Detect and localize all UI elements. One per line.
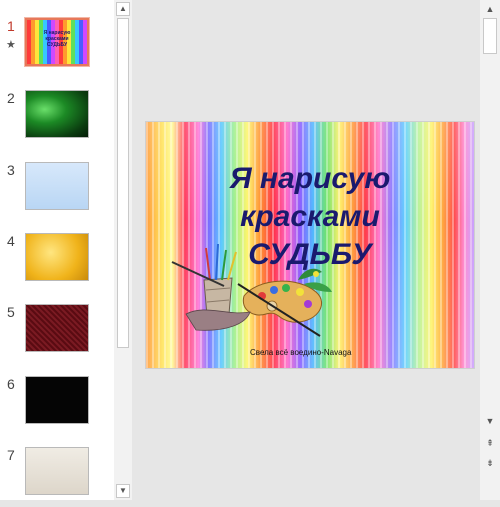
slide-thumbnail-7[interactable] bbox=[25, 447, 89, 495]
scroll-up-icon[interactable]: ▲ bbox=[483, 2, 497, 16]
thumbnail-row-2[interactable]: 2 bbox=[0, 90, 114, 150]
slide-thumbnails-pane[interactable]: 1 ★ Я нарисую красками СУДЬБУ 2 3 4 5 6 … bbox=[0, 0, 114, 500]
slide-number: 7 bbox=[7, 447, 15, 463]
slide-thumbnail-5[interactable] bbox=[25, 304, 89, 352]
slide-number: 1 bbox=[7, 18, 15, 34]
previous-slide-icon[interactable]: ⇞ bbox=[483, 436, 497, 450]
animation-star-icon: ★ bbox=[6, 39, 16, 51]
next-slide-icon[interactable]: ⇟ bbox=[483, 456, 497, 470]
thumbnail-row-1[interactable]: 1 ★ Я нарисую красками СУДЬБУ bbox=[0, 18, 114, 78]
paint-palette-illustration[interactable] bbox=[166, 240, 336, 340]
slide-title-line-2[interactable]: красками bbox=[146, 200, 474, 234]
slide-number: 4 bbox=[7, 233, 15, 249]
scroll-up-icon[interactable]: ▲ bbox=[116, 2, 130, 16]
editor-scroll-thumb[interactable] bbox=[483, 18, 497, 54]
thumbnail-row-7[interactable]: 7 bbox=[0, 447, 114, 507]
thumbnail-row-4[interactable]: 4 bbox=[0, 233, 114, 293]
slide-number: 5 bbox=[7, 304, 15, 320]
editor-scrollbar[interactable]: ▲ ▼ ⇞ ⇟ bbox=[480, 0, 500, 500]
slide-title-line-1[interactable]: Я нарисую bbox=[146, 162, 474, 196]
slide-thumbnail-6[interactable] bbox=[25, 376, 89, 424]
slide-thumbnail-2[interactable] bbox=[25, 90, 89, 138]
slide-number: 2 bbox=[7, 90, 15, 106]
slide-number: 3 bbox=[7, 162, 15, 178]
thumbnails-scrollbar[interactable]: ▲ ▼ bbox=[114, 0, 132, 500]
slide-thumbnail-4[interactable] bbox=[25, 233, 89, 281]
thumbnail-caption: Я нарисую красками СУДЬБУ bbox=[43, 30, 71, 48]
thumbnail-row-5[interactable]: 5 bbox=[0, 304, 114, 364]
slide-thumbnail-1[interactable]: Я нарисую красками СУДЬБУ bbox=[25, 18, 89, 66]
slide-credit-text[interactable]: Свела всё воедино-Navaga bbox=[250, 348, 351, 357]
thumbnail-row-6[interactable]: 6 bbox=[0, 376, 114, 436]
thumbnail-row-3[interactable]: 3 bbox=[0, 162, 114, 222]
scroll-down-icon[interactable]: ▼ bbox=[116, 484, 130, 498]
thumbnails-scroll-thumb[interactable] bbox=[117, 18, 129, 348]
slide-thumbnail-3[interactable] bbox=[25, 162, 89, 210]
main-slide[interactable]: Я нарисую красками СУДЬБУ Свела всё воед… bbox=[146, 122, 474, 368]
scroll-down-icon[interactable]: ▼ bbox=[483, 414, 497, 428]
slide-number: 6 bbox=[7, 376, 15, 392]
slide-editor-area[interactable]: Я нарисую красками СУДЬБУ Свела всё воед… bbox=[132, 0, 480, 500]
